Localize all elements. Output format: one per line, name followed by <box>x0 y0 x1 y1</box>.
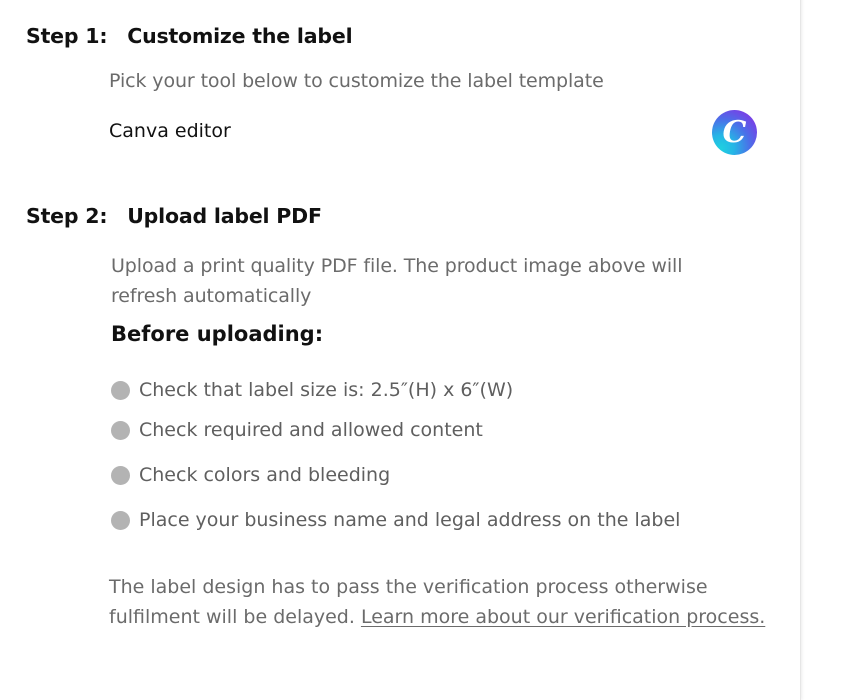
checklist-item: Check required and allowed content <box>111 417 483 443</box>
checklist-item-label: Check that label size is: 2.5″(H) x 6″(W… <box>139 379 514 401</box>
learn-more-verification-link[interactable]: Learn more about our verification proces… <box>361 606 765 628</box>
step-1-title: Customize the label <box>127 24 353 48</box>
checklist-item-label: Check required and allowed content <box>139 419 483 441</box>
bullet-icon <box>111 510 130 530</box>
checklist-item: Place your business name and legal addre… <box>111 507 680 533</box>
step-2-number: Step 2: <box>26 204 108 228</box>
bullet-icon <box>111 465 130 485</box>
canva-logo-letter: C <box>722 114 747 150</box>
step-2-heading: Step 2: Upload label PDF <box>26 204 322 228</box>
step-1-number: Step 1: <box>26 24 108 48</box>
bullet-icon <box>111 380 130 400</box>
canva-editor-option[interactable]: Canva editor <box>109 120 231 142</box>
checklist-item: Check colors and bleeding <box>111 462 390 488</box>
step-2-description: Upload a print quality PDF file. The pro… <box>111 255 683 307</box>
bullet-icon <box>111 420 130 440</box>
checklist-item-label: Check colors and bleeding <box>139 464 391 486</box>
before-uploading-heading: Before uploading: <box>111 322 324 346</box>
checklist-item-label: Place your business name and legal addre… <box>139 509 681 531</box>
step-1-heading: Step 1: Customize the label <box>26 24 353 48</box>
verification-note: The label design has to pass the verific… <box>109 572 769 632</box>
step-1-description: Pick your tool below to customize the la… <box>109 70 604 92</box>
checklist-item: Check that label size is: 2.5″(H) x 6″(W… <box>111 377 513 403</box>
step-2-title: Upload label PDF <box>127 204 322 228</box>
canva-logo-icon[interactable]: C <box>712 110 757 155</box>
